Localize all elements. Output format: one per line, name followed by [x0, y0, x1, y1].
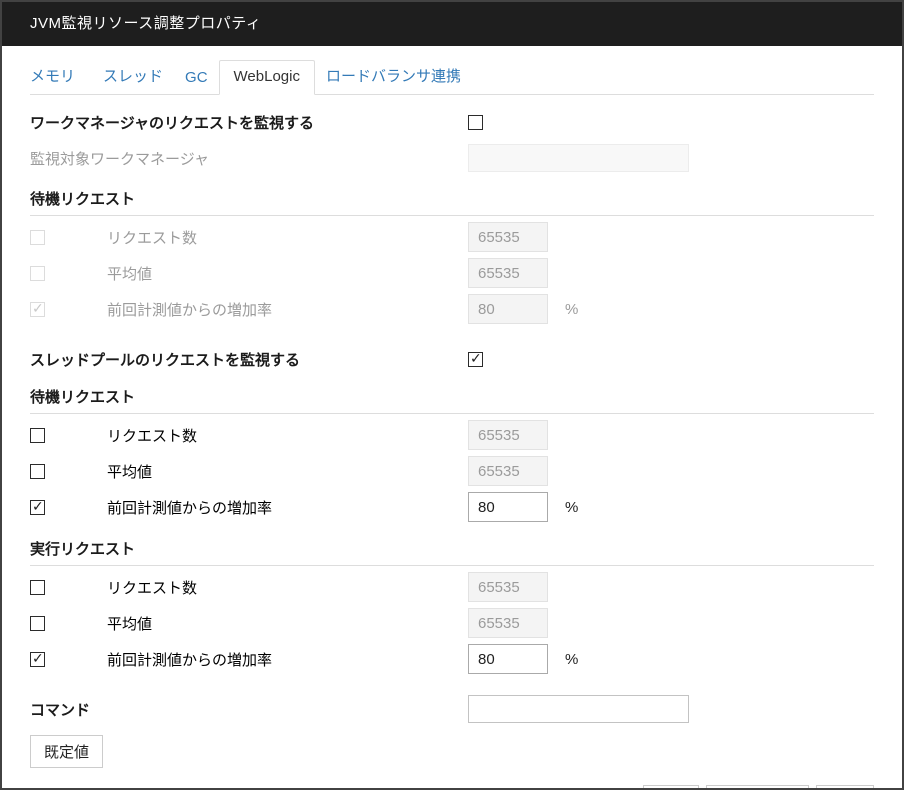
tp-wait-increase-rate-unit: %: [565, 499, 578, 516]
wm-wait-average-input: [468, 258, 548, 288]
threadpool-monitor-row: スレッドプールのリクエストを監視する: [30, 349, 874, 370]
tp-run-increase-rate-checkbox[interactable]: [30, 652, 45, 667]
command-input[interactable]: [468, 695, 689, 723]
apply-button: 適用: [816, 785, 874, 790]
workmanager-monitor-row: ワークマネージャのリクエストを監視する: [30, 112, 874, 133]
tp-wait-average-input: [468, 456, 548, 486]
wm-wait-average-checkbox: [30, 266, 45, 281]
wm-wait-request-count-row: リクエスト数: [30, 222, 874, 252]
tp-run-average-input: [468, 608, 548, 638]
wm-wait-average-label: 平均値: [107, 263, 468, 284]
tab-weblogic[interactable]: WebLogic: [219, 60, 315, 95]
workmanager-monitor-checkbox[interactable]: [468, 115, 483, 130]
default-button[interactable]: 既定値: [30, 735, 103, 768]
command-label: コマンド: [30, 699, 468, 720]
tab-memory[interactable]: メモリ: [30, 58, 86, 94]
tp-run-section-title: 実行リクエスト: [30, 538, 874, 566]
target-workmanager-label: 監視対象ワークマネージャ: [30, 148, 468, 169]
tp-run-increase-rate-unit: %: [565, 651, 578, 668]
tp-run-request-count-input: [468, 572, 548, 602]
tp-wait-average-checkbox[interactable]: [30, 464, 45, 479]
workmanager-monitor-label: ワークマネージャのリクエストを監視する: [30, 112, 468, 133]
tp-wait-request-count-checkbox[interactable]: [30, 428, 45, 443]
tp-wait-request-count-row: リクエスト数: [30, 420, 874, 450]
tab-gc[interactable]: GC: [174, 62, 219, 94]
tab-bar: メモリ スレッド GC WebLogic ロードバランサ連携: [30, 58, 874, 95]
tp-run-request-count-label: リクエスト数: [107, 577, 468, 598]
tp-wait-increase-rate-input[interactable]: [468, 492, 548, 522]
tp-run-average-checkbox[interactable]: [30, 616, 45, 631]
footer-button-bar: OK キャンセル 適用: [30, 785, 874, 790]
tab-loadbalancer[interactable]: ロードバランサ連携: [315, 58, 472, 94]
threadpool-monitor-label: スレッドプールのリクエストを監視する: [30, 349, 468, 370]
tp-wait-increase-rate-label: 前回計測値からの増加率: [107, 497, 468, 518]
wm-wait-average-row: 平均値: [30, 258, 874, 288]
tp-run-average-label: 平均値: [107, 613, 468, 634]
threadpool-monitor-checkbox[interactable]: [468, 352, 483, 367]
cancel-button[interactable]: キャンセル: [706, 785, 809, 790]
tp-wait-average-label: 平均値: [107, 461, 468, 482]
tp-run-increase-rate-row: 前回計測値からの増加率 %: [30, 644, 874, 674]
wm-wait-increase-rate-unit: %: [565, 301, 578, 318]
wm-wait-increase-rate-label: 前回計測値からの増加率: [107, 299, 468, 320]
command-row: コマンド: [30, 695, 874, 723]
ok-button[interactable]: OK: [643, 785, 699, 790]
tp-run-increase-rate-input[interactable]: [468, 644, 548, 674]
wm-wait-request-count-checkbox: [30, 230, 45, 245]
wm-wait-increase-rate-input: [468, 294, 548, 324]
tp-wait-average-row: 平均値: [30, 456, 874, 486]
jvm-monitor-adjust-dialog: JVM監視リソース調整プロパティ メモリ スレッド GC WebLogic ロー…: [0, 0, 904, 790]
tp-wait-section-title: 待機リクエスト: [30, 386, 874, 414]
tp-run-average-row: 平均値: [30, 608, 874, 638]
tab-thread[interactable]: スレッド: [92, 58, 174, 94]
wm-wait-increase-rate-row: 前回計測値からの増加率 %: [30, 294, 874, 324]
tp-wait-increase-rate-checkbox[interactable]: [30, 500, 45, 515]
wm-wait-request-count-input: [468, 222, 548, 252]
target-workmanager-row: 監視対象ワークマネージャ: [30, 144, 874, 172]
wm-wait-request-count-label: リクエスト数: [107, 227, 468, 248]
target-workmanager-input: [468, 144, 689, 172]
default-button-row: 既定値: [30, 735, 874, 768]
dialog-title: JVM監視リソース調整プロパティ: [2, 2, 902, 46]
tp-run-request-count-row: リクエスト数: [30, 572, 874, 602]
tp-wait-increase-rate-row: 前回計測値からの増加率 %: [30, 492, 874, 522]
wm-wait-increase-rate-checkbox: [30, 302, 45, 317]
tp-wait-request-count-input: [468, 420, 548, 450]
tp-run-request-count-checkbox[interactable]: [30, 580, 45, 595]
wm-wait-section-title: 待機リクエスト: [30, 188, 874, 216]
tp-wait-request-count-label: リクエスト数: [107, 425, 468, 446]
tp-run-increase-rate-label: 前回計測値からの増加率: [107, 649, 468, 670]
